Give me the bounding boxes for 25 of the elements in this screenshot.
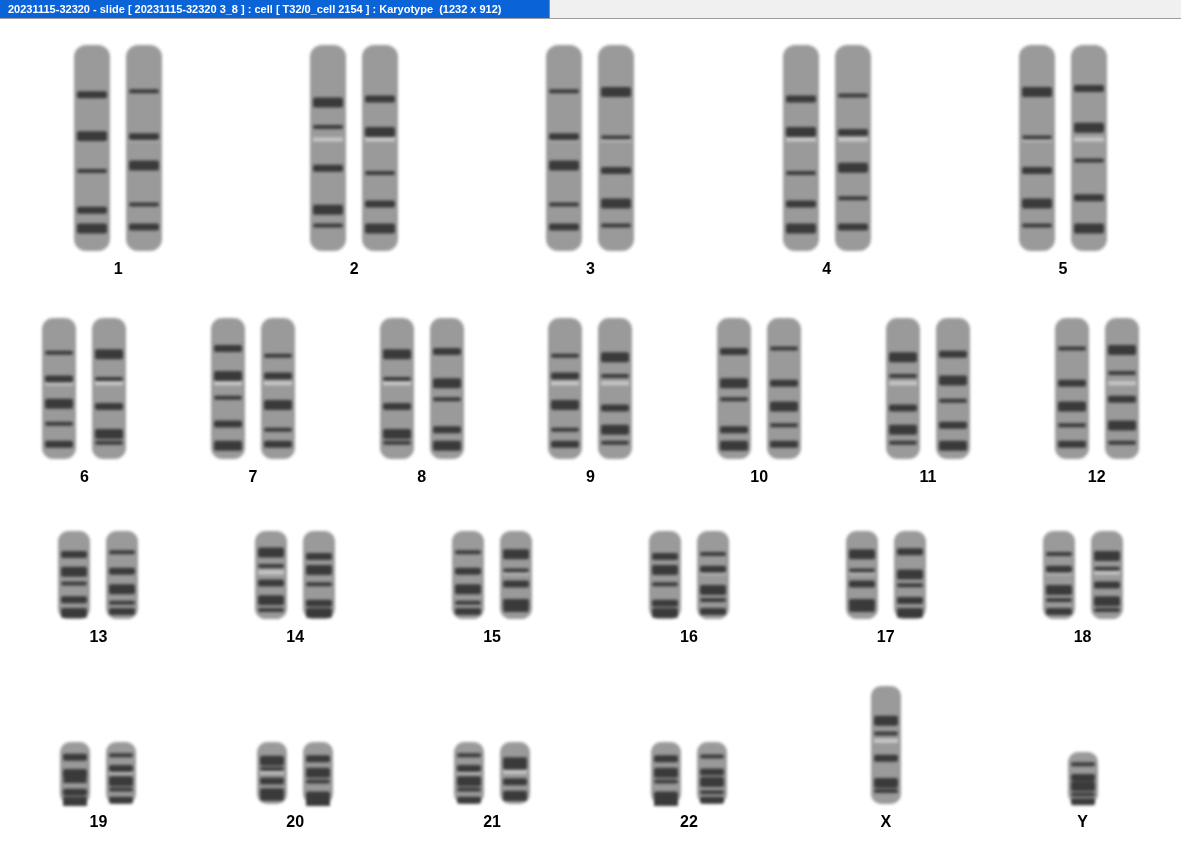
chromosome-number: 3 (586, 259, 595, 279)
chromosome-number: Y (1077, 812, 1088, 832)
chromosome-number: 20 (286, 812, 305, 832)
chromosome-number: 5 (1058, 259, 1068, 279)
chromosome-number: 15 (483, 627, 501, 647)
chromosome-number: 18 (1073, 627, 1092, 647)
chromosome-number: 4 (822, 259, 832, 279)
chromosome-number: 7 (248, 467, 258, 487)
window-title: 20231115-32320 - slide [ 20231115-32320 3_8 ] : cell [ T32/0_cell 2154 ] : Karyotype (1232 x 912) (0, 0, 550, 18)
chromosome-number: 9 (586, 467, 595, 487)
chromosome-number: X (880, 812, 892, 832)
chromosome-number: 2 (349, 259, 359, 279)
chromosome-number: 6 (79, 467, 89, 487)
chromosome-number: 8 (417, 467, 427, 487)
chromosome-number: 17 (876, 627, 895, 647)
chromosome-number: 16 (680, 627, 698, 647)
chromosome-number: 22 (680, 812, 698, 832)
chromosome-number: 10 (750, 467, 769, 487)
chromosome-number: 11 (919, 467, 937, 487)
chromosome-number: 19 (89, 812, 108, 832)
chromosome-number: 13 (89, 627, 108, 647)
chromosome-number: 12 (1087, 467, 1106, 487)
chromosome-number: 1 (113, 259, 123, 279)
chromosome-number: 21 (483, 812, 501, 832)
chromosome-number: 14 (286, 627, 305, 647)
